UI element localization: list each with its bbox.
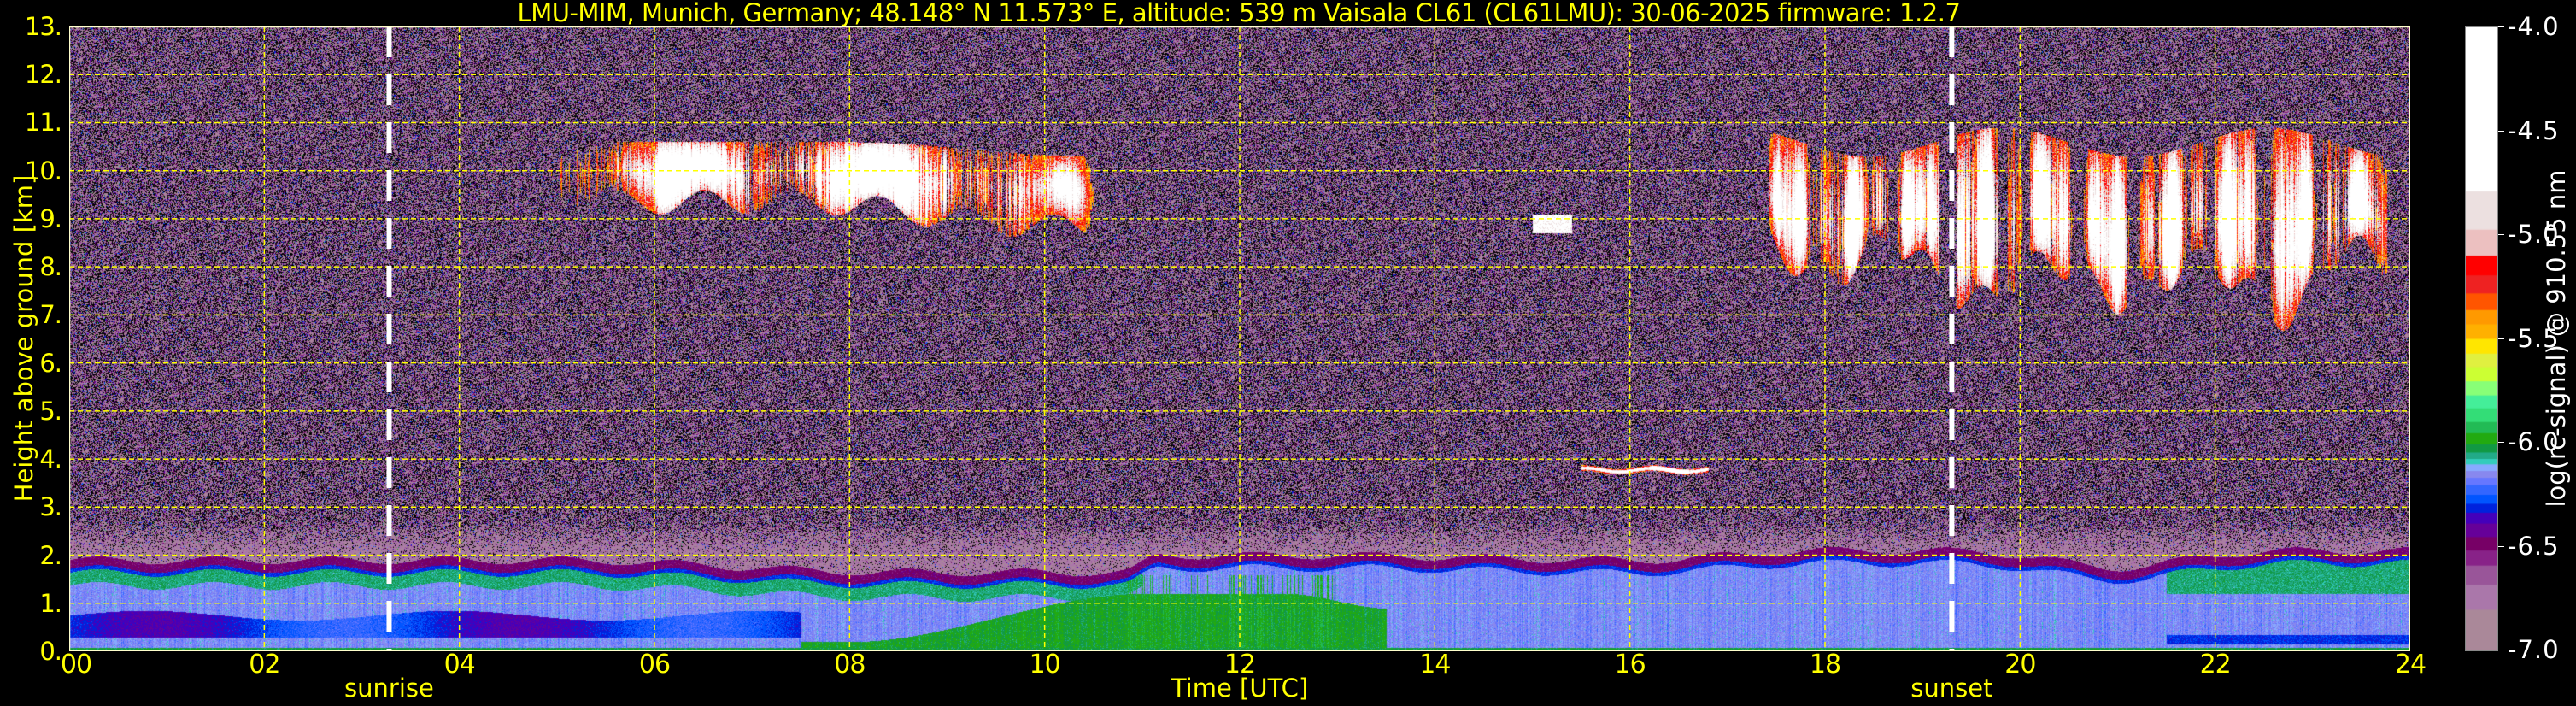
- y-tick-label: 9.: [39, 203, 62, 233]
- x-tick-label: 02: [249, 650, 280, 680]
- plot-area: [69, 26, 2410, 651]
- colorbar-tick-label: -4.5: [2508, 115, 2560, 145]
- y-axis-label: Height above ground [km]: [9, 174, 38, 503]
- colorbar-tick: [2497, 442, 2504, 443]
- x-tick-label: 08: [834, 650, 866, 680]
- x-tick-label: 22: [2199, 650, 2232, 680]
- colorbar-tick: [2497, 130, 2504, 132]
- x-tick-label: 00: [60, 650, 92, 680]
- annotation-sunrise: sunrise: [344, 674, 434, 703]
- y-tick-label: 0.: [39, 637, 62, 666]
- chart-title: LMU-MIM, Munich, Germany; 48.148° N 11.5…: [517, 0, 1961, 27]
- colorbar-tick: [2497, 545, 2504, 547]
- y-tick-label: 4.: [39, 444, 62, 474]
- y-tick-label: 6.: [39, 348, 62, 378]
- colorbar-tick-label: -6.5: [2508, 531, 2560, 561]
- x-tick-label: 10: [1029, 650, 1061, 680]
- x-tick-label: 06: [638, 650, 671, 680]
- x-tick-label: 14: [1419, 650, 1451, 680]
- colorbar: [2465, 26, 2498, 651]
- colorbar-label: log(rc-signal) @ 910.55 nm: [2542, 169, 2571, 508]
- y-tick-label: 13.: [24, 12, 62, 41]
- y-tick-label: 7.: [39, 300, 62, 330]
- colorbar-tick-label: -4.0: [2508, 12, 2560, 41]
- y-tick-label: 8.: [39, 252, 62, 282]
- x-tick-label: 18: [1809, 650, 1841, 680]
- y-tick-label: 3.: [39, 492, 62, 522]
- x-tick-label: 24: [2394, 650, 2426, 680]
- colorbar-tick: [2497, 26, 2504, 27]
- colorbar-tick: [2497, 234, 2504, 235]
- x-tick-label: 20: [2004, 650, 2036, 680]
- x-tick-label: 04: [443, 650, 476, 680]
- plot-overlay: [69, 26, 2410, 651]
- x-axis-label: Time [UTC]: [1171, 674, 1309, 703]
- y-tick-label: 11.: [24, 108, 62, 138]
- y-tick-label: 5.: [39, 396, 62, 426]
- y-tick-label: 2.: [39, 540, 62, 570]
- y-tick-label: 1.: [39, 588, 62, 618]
- x-tick-label: 16: [1614, 650, 1646, 680]
- y-tick-label: 12.: [24, 60, 62, 90]
- annotation-sunset: sunset: [1910, 674, 1993, 703]
- colorbar-tick-label: -7.0: [2508, 635, 2560, 664]
- colorbar-tick: [2497, 338, 2504, 339]
